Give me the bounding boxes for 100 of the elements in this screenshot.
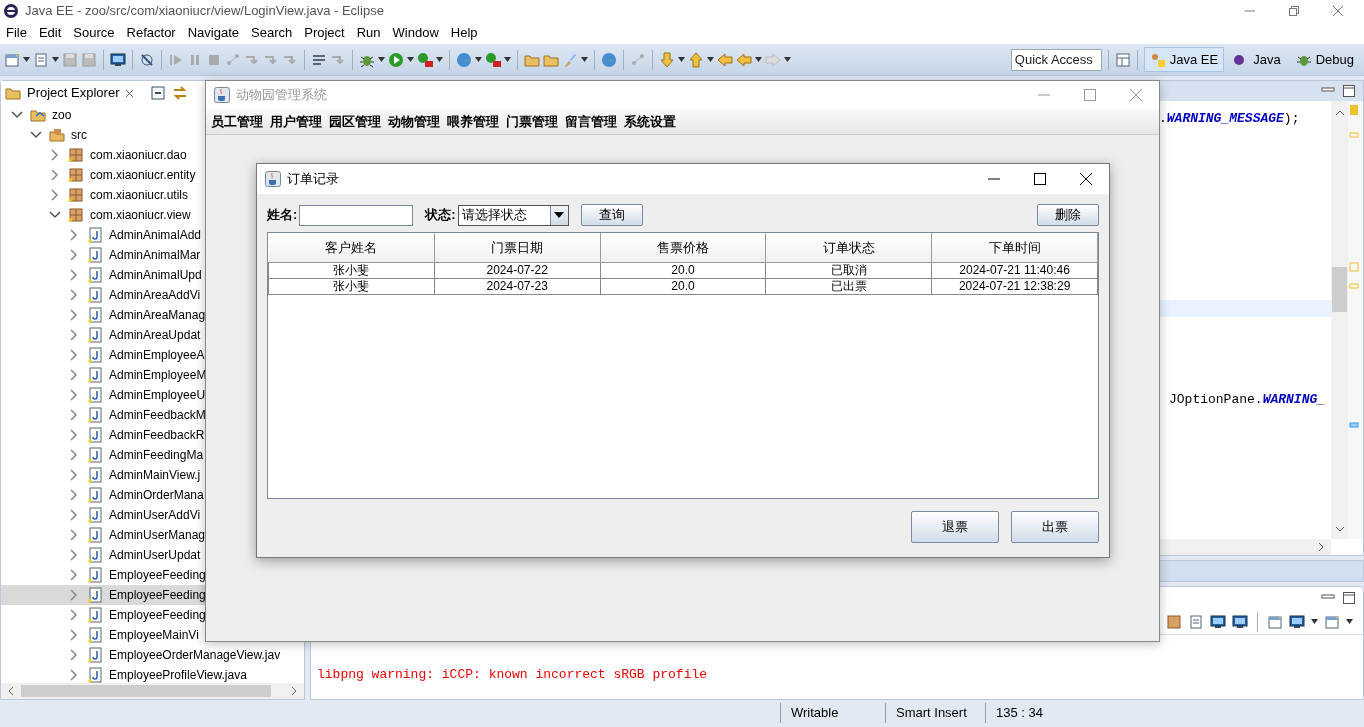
tree-item[interactable]: AdminAnimalUpd <box>1 265 202 285</box>
menu-item[interactable]: 动物管理 <box>387 111 446 132</box>
chevron-icon[interactable] <box>68 609 80 621</box>
scroll-up-icon[interactable] <box>1334 109 1345 117</box>
open-perspective-icon[interactable] <box>1114 51 1131 68</box>
close-icon[interactable] <box>1080 173 1092 185</box>
chevron-icon[interactable] <box>68 629 80 641</box>
globe-icon[interactable] <box>601 51 617 68</box>
tree-item[interactable]: AdminFeedingMa <box>1 445 204 465</box>
chevron-icon[interactable] <box>68 389 80 401</box>
column-header[interactable]: 下单时间 <box>931 233 1098 262</box>
caret-icon[interactable] <box>1346 619 1353 624</box>
menu-item[interactable]: Search <box>245 23 299 43</box>
name-field[interactable] <box>299 204 414 226</box>
tree-item[interactable]: zoo <box>1 105 72 125</box>
monitor-icon[interactable] <box>1210 613 1226 630</box>
menu-item[interactable]: 喂养管理 <box>446 111 505 132</box>
chevron-icon[interactable] <box>68 489 80 501</box>
caret-icon[interactable] <box>678 57 685 62</box>
chevron-icon[interactable] <box>30 129 42 141</box>
caret-icon[interactable] <box>378 57 385 62</box>
chevron-icon[interactable] <box>68 369 80 381</box>
tree-item[interactable]: com.xiaoniucr.dao <box>1 145 187 165</box>
column-header[interactable]: 售票价格 <box>600 233 766 262</box>
tree-item[interactable]: AdminUserManag <box>1 525 206 545</box>
perspective-button[interactable]: Java <box>1227 46 1287 73</box>
chevron-icon[interactable] <box>68 569 80 581</box>
chevron-icon[interactable] <box>68 529 80 541</box>
delete-button[interactable]: 删除 <box>1037 204 1099 226</box>
menu-item[interactable]: File <box>0 23 33 43</box>
restore-icon[interactable] <box>1289 6 1299 16</box>
link-arrows-icon[interactable] <box>172 85 189 101</box>
caret-icon[interactable] <box>504 57 511 62</box>
chevron-icon[interactable] <box>68 229 80 241</box>
crossed-circle-icon[interactable] <box>139 51 155 68</box>
maximize-icon[interactable] <box>1034 173 1046 185</box>
chevron-icon[interactable] <box>49 169 61 181</box>
menu-item[interactable]: Source <box>67 23 121 43</box>
tree-item[interactable]: EmployeeFeeding <box>1 585 206 605</box>
monitor-icon[interactable] <box>110 51 126 68</box>
scroll-left-icon[interactable] <box>7 686 15 696</box>
collapse-all-icon[interactable] <box>150 85 167 101</box>
tree-item[interactable]: src <box>1 125 87 145</box>
chevron-icon[interactable] <box>49 149 61 161</box>
chevron-icon[interactable] <box>68 549 80 561</box>
menu-item[interactable]: 系统设置 <box>623 111 682 132</box>
query-button[interactable]: 查询 <box>580 204 643 226</box>
column-header[interactable]: 客户姓名 <box>268 233 435 262</box>
tree-item[interactable]: AdminMainView.j <box>1 465 201 485</box>
tree-item[interactable]: AdminEmployeeU <box>1 385 206 405</box>
menu-item[interactable]: 留言管理 <box>564 111 623 132</box>
tree-item[interactable]: AdminUserAddVi <box>1 505 201 525</box>
chevron-icon[interactable] <box>68 449 80 461</box>
window-icon[interactable] <box>1324 613 1340 630</box>
tree-item[interactable]: EmployeeProfileView.java <box>1 665 247 683</box>
tree-item[interactable]: AdminAnimalAdd <box>1 225 202 245</box>
chevron-icon[interactable] <box>68 429 80 441</box>
tree-item[interactable]: AdminAnimalMar <box>1 245 201 265</box>
scroll-right-icon[interactable] <box>1317 542 1325 552</box>
tree-item[interactable]: com.xiaoniucr.entity <box>1 165 196 185</box>
column-header[interactable]: 门票日期 <box>434 233 601 262</box>
document-icon[interactable] <box>1188 613 1204 630</box>
caret-icon[interactable] <box>23 57 30 62</box>
tree-item[interactable]: AdminAreaManag <box>1 305 206 325</box>
menu-item[interactable]: 门票管理 <box>505 111 564 132</box>
maximize-icon[interactable] <box>1343 85 1355 97</box>
status-dropdown[interactable]: 请选择状态 <box>457 204 569 226</box>
perspective-button[interactable]: Debug <box>1289 46 1360 73</box>
maximize-icon[interactable] <box>1343 592 1355 604</box>
chevron-icon[interactable] <box>49 189 61 201</box>
caret-icon[interactable] <box>407 57 414 62</box>
tree-item[interactable]: com.xiaoniucr.view <box>1 205 191 225</box>
view-tab-title[interactable]: Project Explorer <box>27 83 120 103</box>
action-button[interactable]: 出票 <box>1011 511 1099 543</box>
tree-item[interactable]: AdminOrderMana <box>1 485 204 505</box>
scroll-down-icon[interactable] <box>1334 525 1345 533</box>
menu-item[interactable]: Run <box>350 23 387 43</box>
run-icon[interactable] <box>388 51 404 68</box>
chevron-icon[interactable] <box>68 649 80 661</box>
nodes-icon[interactable] <box>225 51 241 68</box>
chevron-icon[interactable] <box>68 669 80 681</box>
menu-item[interactable]: 用户管理 <box>269 111 328 132</box>
chevron-icon[interactable] <box>68 289 80 301</box>
tree-item[interactable]: EmployeeMainVi <box>1 625 199 645</box>
tree-item[interactable]: AdminUserUpdat <box>1 545 201 565</box>
scrollbar-thumb[interactable] <box>21 685 271 697</box>
menu-item[interactable]: 员工管理 <box>210 111 269 132</box>
chevron-icon[interactable] <box>68 409 80 421</box>
chevron-icon[interactable] <box>11 109 23 121</box>
column-header[interactable]: 订单状态 <box>765 233 932 262</box>
caret-icon[interactable] <box>1311 619 1318 624</box>
quick-access-field[interactable]: Quick Access <box>1010 48 1102 71</box>
tree-item[interactable]: EmployeeOrderManageView.jav <box>1 645 281 665</box>
tree-item[interactable]: AdminFeedbackM <box>1 405 206 425</box>
tree-item[interactable]: AdminAreaAddVi <box>1 285 201 305</box>
chevron-icon[interactable] <box>68 309 80 321</box>
caret-icon[interactable] <box>707 57 714 62</box>
chevron-icon[interactable] <box>68 329 80 341</box>
menu-item[interactable]: Help <box>444 23 484 43</box>
run-stop-icon[interactable] <box>485 51 501 68</box>
